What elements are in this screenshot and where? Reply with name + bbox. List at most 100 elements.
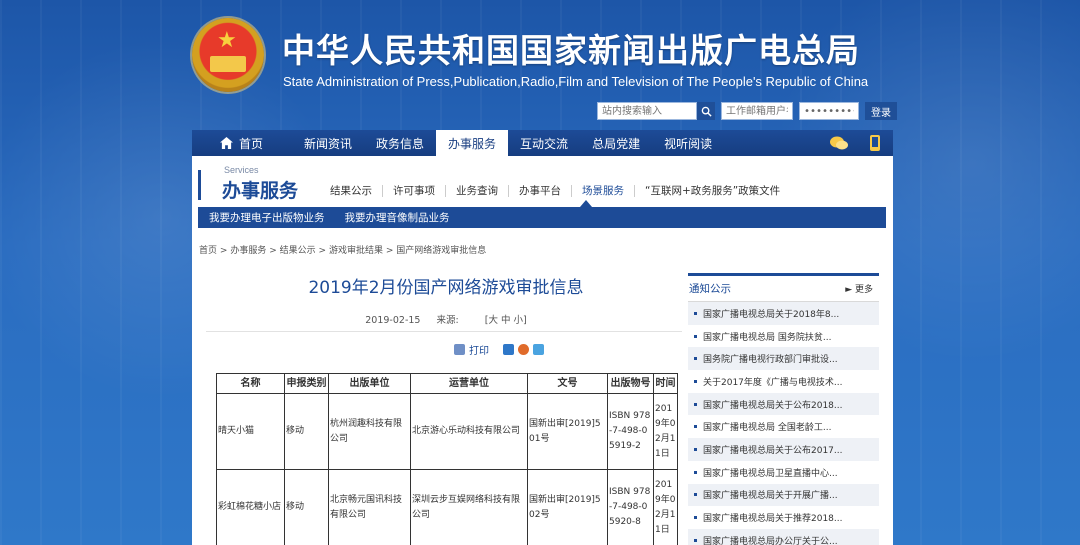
list-item[interactable]: 国家广播电视总局关于2018年8... [688,302,879,325]
cell-approval-no: 国新出审[2019]501号 [527,393,608,470]
col-header-publisher: 出版单位 [328,373,411,394]
list-item[interactable]: 国家广播电视总局关于公布2017... [688,438,879,461]
nav-item-party[interactable]: 总局党建 [580,130,652,156]
search-button[interactable] [697,102,715,120]
site-header: ★ 中华人民共和国国家新闻出版广电总局 State Administration… [190,14,890,94]
list-item[interactable]: 国家广播电视总局关于公布2018... [688,392,879,416]
list-item-label: 国家广播电视总局关于推荐2018... [703,514,843,525]
col-header-date: 时间 [653,373,678,394]
password-input[interactable] [799,102,859,120]
list-item[interactable]: 国务院广播电视行政部门审批设... [688,347,879,371]
cell-category: 移动 [284,469,329,545]
sub-nav-licensing[interactable]: 许可事项 [383,185,446,197]
breadcrumb-separator: > [385,246,394,256]
list-item[interactable]: 关于2017年度《广播与电视技术... [688,370,879,393]
section-accent-bar [198,170,201,200]
cell-operator: 深圳云步互娱网络科技有限公司 [410,469,528,545]
print-link[interactable]: 打印 [469,342,489,357]
article-meta: 2019-02-15 来源: [大 中 小] [206,312,686,326]
breadcrumb: 首页 > 办事服务 > 结果公示 > 游戏审批结果 > 国产网络游戏审批信息 [199,243,486,256]
breadcrumb-home[interactable]: 首页 [199,246,217,256]
link-electronic-publications[interactable]: 我要办理电子出版物业务 [209,210,325,225]
list-item-label: 国家广播电视总局关于公布2018... [703,400,843,411]
share-qzone-icon[interactable] [503,344,514,355]
sub-nav-active-arrow [580,200,592,207]
list-item-label: 国家广播电视总局关于开展广播... [703,491,838,502]
nav-item-services[interactable]: 办事服务 [436,130,509,156]
print-icon[interactable] [454,344,465,355]
site-search-input[interactable] [597,102,697,120]
breadcrumb-results[interactable]: 结果公示 [280,246,316,256]
nav-item-label: 首页 [239,136,264,151]
search-login-row: 登录 [597,102,897,120]
breadcrumb-separator: > [219,246,228,256]
sub-nav-platform[interactable]: 办事平台 [509,185,572,197]
list-item-label: 国务院广播电视行政部门审批设... [703,355,838,366]
login-button[interactable]: 登录 [865,102,897,120]
bullet-icon [694,334,697,338]
col-header-isbn: 出版物号 [607,373,654,394]
search-icon [701,106,712,117]
bullet-icon [694,493,697,497]
bullet-icon [694,357,697,361]
section-sub-nav: 结果公示 许可事项 业务查询 办事平台 场景服务 “互联网+政务服务”政策文件 [320,185,790,197]
work-email-input[interactable] [721,102,793,120]
sub-nav-results[interactable]: 结果公示 [320,185,383,197]
list-item-label: 国家广播电视总局卫星直播中心... [703,468,838,479]
mobile-icon[interactable] [865,134,885,152]
font-size-switcher[interactable]: [大 中 小] [485,315,527,326]
sub-nav-internet-policy[interactable]: “互联网+政务服务”政策文件 [635,185,790,197]
breadcrumb-services[interactable]: 办事服务 [230,246,266,256]
approval-table-wrap: 名称 申报类别 出版单位 运营单位 文号 出版物号 时间 晴天小猫 移动 杭州润… [216,373,678,545]
bullet-icon [694,470,697,474]
cell-publisher: 北京畅元国讯科技有限公司 [328,469,411,545]
breadcrumb-separator: > [269,246,277,256]
list-item[interactable]: 国家广播电视总局关于开展广播... [688,483,879,507]
list-item-label: 关于2017年度《广播与电视技术... [703,377,843,388]
approval-table: 名称 申报类别 出版单位 运营单位 文号 出版物号 时间 晴天小猫 移动 杭州润… [216,373,678,545]
share-more-icon[interactable] [533,344,544,355]
cell-name: 彩虹棉花糖小店 [216,469,285,545]
cell-date: 2019年02月11日 [653,393,678,470]
sub-nav-query[interactable]: 业务查询 [446,185,509,197]
share-weibo-icon[interactable] [518,344,529,355]
nav-item-gov-info[interactable]: 政务信息 [364,130,436,156]
bullet-icon [694,447,697,451]
sidebar-more-link[interactable]: ► 更多 [845,282,873,295]
section-header: Services 办事服务 结果公示 许可事项 业务查询 办事平台 场景服务 “… [198,164,888,204]
bullet-icon [694,425,697,429]
list-item-label: 国家广播电视总局办公厅关于公... [703,536,838,545]
breadcrumb-current[interactable]: 国产网络游戏审批信息 [396,246,486,256]
wechat-icon[interactable] [829,134,849,152]
home-icon [220,137,233,149]
notice-sidebar: 通知公示 ► 更多 国家广播电视总局关于2018年8... 国家广播电视总局 国… [688,273,879,545]
notice-list: 国家广播电视总局关于2018年8... 国家广播电视总局 国务院扶贫... 国务… [688,302,879,545]
list-item-label: 国家广播电视总局 全国老龄工... [703,423,832,434]
bullet-icon [694,311,697,315]
link-audio-video-products[interactable]: 我要办理音像制品业务 [345,210,450,225]
list-item[interactable]: 国家广播电视总局关于推荐2018... [688,506,879,529]
list-item-label: 国家广播电视总局 国务院扶贫... [703,332,832,343]
list-item[interactable]: 国家广播电视总局办公厅关于公... [688,528,879,545]
nav-item-home[interactable]: 首页 [192,130,292,156]
article-tools: 打印 [454,342,544,357]
nav-item-interaction[interactable]: 互动交流 [508,130,580,156]
bullet-icon [694,402,697,406]
breadcrumb-game-approval[interactable]: 游戏审批结果 [329,246,383,256]
cell-publisher: 杭州润趣科技有限公司 [328,393,411,470]
list-item-label: 国家广播电视总局关于2018年8... [703,309,840,320]
nav-item-audio-video[interactable]: 视听阅读 [652,130,724,156]
section-title-cn: 办事服务 [222,180,299,202]
col-header-name: 名称 [216,373,285,394]
col-header-approval-no: 文号 [527,373,608,394]
list-item[interactable]: 国家广播电视总局 国务院扶贫... [688,325,879,348]
cell-date: 2019年02月11日 [653,469,678,545]
article-source-label: 来源: [436,315,459,326]
article-date: 2019-02-15 [365,315,421,326]
section-sub-bar: 我要办理电子出版物业务 我要办理音像制品业务 [198,207,886,228]
nav-item-news[interactable]: 新闻资讯 [292,130,364,156]
cell-approval-no: 国新出审[2019]502号 [527,469,608,545]
list-item[interactable]: 国家广播电视总局 全国老龄工... [688,415,879,438]
list-item[interactable]: 国家广播电视总局卫星直播中心... [688,461,879,484]
sub-nav-scenario[interactable]: 场景服务 [572,185,635,197]
